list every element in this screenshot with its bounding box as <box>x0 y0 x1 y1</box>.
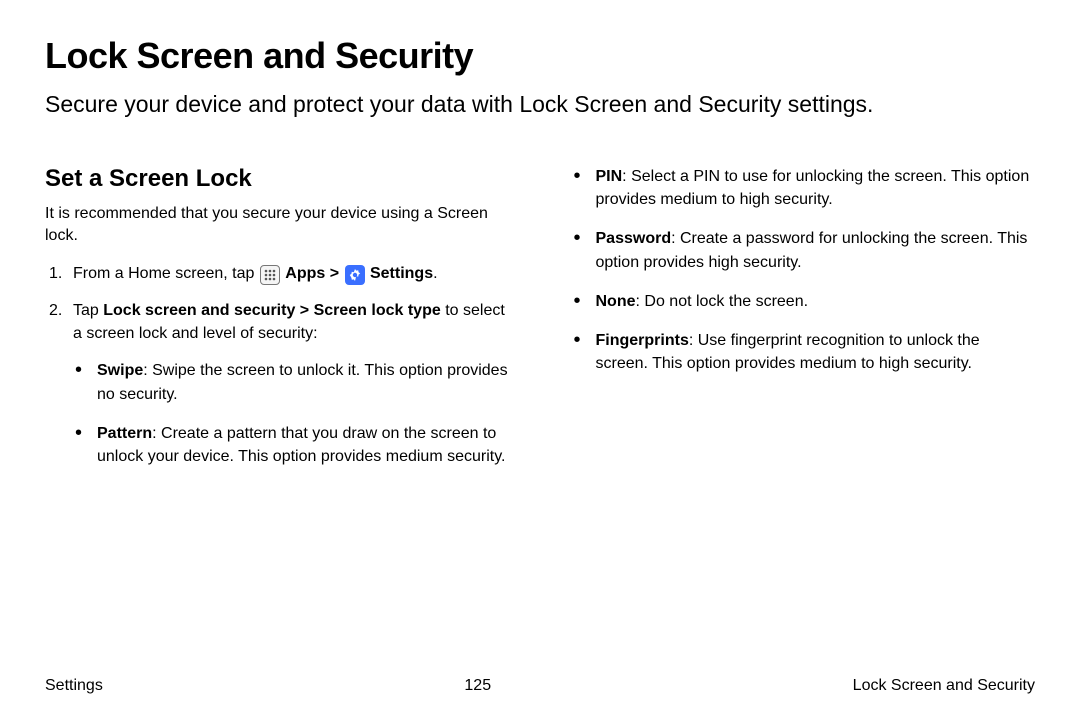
page-number: 125 <box>464 677 491 695</box>
right-column: PIN: Select a PIN to use for unlocking t… <box>568 165 1036 484</box>
content-columns: Set a Screen Lock It is recommended that… <box>45 165 1035 484</box>
swipe-desc: : Swipe the screen to unlock it. This op… <box>97 362 508 402</box>
step-1: From a Home screen, tap Apps > Settings. <box>45 262 513 285</box>
intro-text: Secure your device and protect your data… <box>45 89 1035 120</box>
recommendation-text: It is recommended that you secure your d… <box>45 203 513 248</box>
option-pin: PIN: Select a PIN to use for unlocking t… <box>568 165 1036 211</box>
steps-list: From a Home screen, tap Apps > Settings. <box>45 262 513 468</box>
step-2: Tap Lock screen and security > Screen lo… <box>45 299 513 468</box>
none-label: None <box>596 293 636 310</box>
step1-post: . <box>433 265 437 282</box>
swipe-label: Swipe <box>97 362 143 379</box>
step1-sep1: > <box>325 265 343 282</box>
none-desc: : Do not lock the screen. <box>636 293 809 310</box>
left-column: Set a Screen Lock It is recommended that… <box>45 165 513 484</box>
option-password: Password: Create a password for unlockin… <box>568 227 1036 273</box>
pattern-label: Pattern <box>97 425 152 442</box>
option-swipe: Swipe: Swipe the screen to unlock it. Th… <box>73 359 513 405</box>
step1-pre: From a Home screen, tap <box>73 265 259 282</box>
fingerprints-label: Fingerprints <box>596 332 689 349</box>
option-fingerprints: Fingerprints: Use fingerprint recognitio… <box>568 329 1036 375</box>
pin-desc: : Select a PIN to use for unlocking the … <box>596 168 1030 208</box>
pattern-desc: : Create a pattern that you draw on the … <box>97 425 505 465</box>
settings-label: Settings <box>370 265 433 282</box>
password-label: Password <box>596 230 672 247</box>
pin-label: PIN <box>596 168 623 185</box>
page-title: Lock Screen and Security <box>45 35 1035 77</box>
apps-icon <box>260 265 280 285</box>
section-heading: Set a Screen Lock <box>45 165 513 193</box>
footer-left: Settings <box>45 677 103 695</box>
settings-icon <box>345 265 365 285</box>
lock-options-left: Swipe: Swipe the screen to unlock it. Th… <box>73 359 513 468</box>
option-pattern: Pattern: Create a pattern that you draw … <box>73 422 513 468</box>
page-footer: Settings 125 Lock Screen and Security <box>45 677 1035 695</box>
step2-path: Lock screen and security > Screen lock t… <box>103 302 441 319</box>
lock-options-right: PIN: Select a PIN to use for unlocking t… <box>568 165 1036 375</box>
step2-pre: Tap <box>73 302 103 319</box>
option-none: None: Do not lock the screen. <box>568 290 1036 313</box>
footer-right: Lock Screen and Security <box>853 677 1035 695</box>
apps-label: Apps <box>285 265 325 282</box>
